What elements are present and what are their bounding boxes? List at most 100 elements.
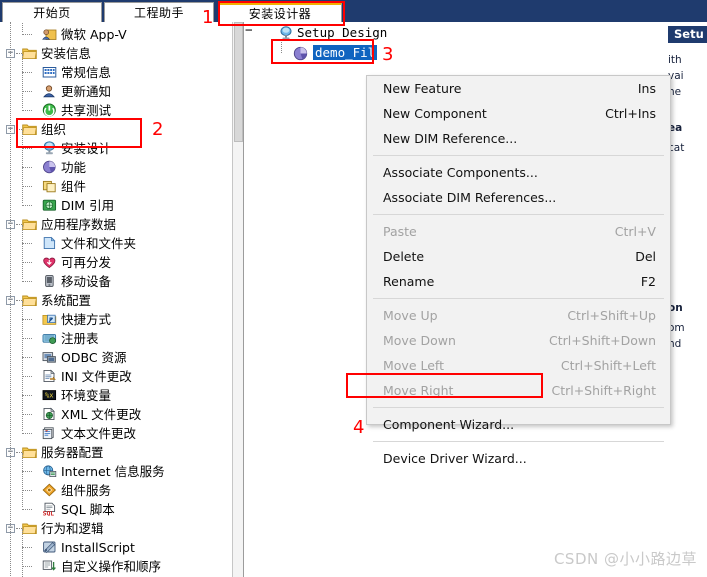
- folder-icon: [22, 521, 37, 535]
- sidebar-item-28[interactable]: 自定义操作和顺序: [0, 557, 232, 576]
- project-tree-panel[interactable]: 微软 App-V − 安装信息 常规信息更新通知共享测试 − 组织 安装设计功能组件 DIM …: [0, 22, 233, 577]
- tab-label: 开始页: [33, 6, 71, 20]
- sidebar-item-17[interactable]: ODBC 资源: [0, 348, 232, 367]
- menu-item-label: New Component: [383, 106, 487, 121]
- tree-line: [22, 148, 32, 149]
- sidebar-item-25[interactable]: SQL SQL 脚本: [0, 500, 232, 519]
- center-tree-root-label: Setup Design: [297, 25, 388, 40]
- feature-icon: [293, 46, 308, 61]
- tab-bar: 开始页 工程助手 安装设计器: [0, 0, 707, 22]
- sidebar-item-13[interactable]: 移动设备: [0, 272, 232, 291]
- menu-item-component-wizard[interactable]: Component Wizard...: [367, 412, 670, 437]
- sidebar-item-22[interactable]: − 服务器配置: [0, 443, 232, 462]
- sidebar-item-label: 自定义操作和顺序: [61, 559, 162, 574]
- tree-line: [22, 34, 32, 35]
- tab-project-assistant[interactable]: 工程助手: [104, 2, 214, 22]
- sidebar-item-26[interactable]: − 行为和逻辑: [0, 519, 232, 538]
- menu-item-associate-components[interactable]: Associate Components...: [367, 160, 670, 185]
- expander-minus-icon[interactable]: −: [6, 125, 15, 134]
- tree-line: [22, 72, 32, 73]
- sidebar-item-4[interactable]: 共享测试: [0, 101, 232, 120]
- menu-item-new-dim-reference[interactable]: New DIM Reference...: [367, 126, 670, 151]
- sidebar-item-label: XML 文件更改: [61, 407, 142, 422]
- menu-separator: [373, 441, 664, 442]
- sidebar-item-15[interactable]: 快捷方式: [0, 310, 232, 329]
- com-services-icon: [42, 483, 57, 497]
- menu-item-new-component[interactable]: New Component Ctrl+Ins: [367, 101, 670, 126]
- menu-item-rename[interactable]: Rename F2: [367, 269, 670, 294]
- sidebar-item-7[interactable]: 功能: [0, 158, 232, 177]
- sidebar-item-10[interactable]: − 应用程序数据: [0, 215, 232, 234]
- menu-item-move-down: Move Down Ctrl+Shift+Down: [367, 328, 670, 353]
- sidebar-item-21[interactable]: 文本文件更改: [0, 424, 232, 443]
- tree-line: [281, 39, 282, 53]
- center-tree-root-node[interactable]: − Setup Design: [245, 22, 659, 43]
- center-tree-selected-label: demo_Fil: [313, 45, 378, 60]
- iis-icon: [42, 464, 57, 478]
- tab-start-page[interactable]: 开始页: [2, 2, 102, 22]
- sidebar-item-16[interactable]: 注册表: [0, 329, 232, 348]
- tree-line: [22, 167, 32, 168]
- tree-guide-line: [21, 54, 23, 108]
- expander-minus-icon[interactable]: −: [6, 296, 15, 305]
- sidebar-item-8[interactable]: 组件: [0, 177, 232, 196]
- tree-guide-line: [21, 225, 23, 279]
- watermark: CSDN @小小路边草: [553, 550, 697, 568]
- setup-design-icon: [280, 26, 292, 40]
- sidebar-item-20[interactable]: XML 文件更改: [0, 405, 232, 424]
- sidebar-item-12[interactable]: 可再分发: [0, 253, 232, 272]
- menu-item-label: Delete: [383, 249, 425, 264]
- menu-separator: [373, 214, 664, 215]
- scrollbar-thumb[interactable]: [234, 22, 243, 142]
- sidebar-item-1[interactable]: − 安装信息: [0, 44, 232, 63]
- menu-item-label: Paste: [383, 224, 417, 239]
- feature-icon: [42, 160, 57, 174]
- project-tree-scrollbar[interactable]: [233, 22, 244, 577]
- menu-separator: [373, 155, 664, 156]
- sidebar-item-label: 注册表: [61, 331, 99, 346]
- svg-text:%x: %x: [45, 392, 53, 400]
- folder-icon: [22, 445, 37, 459]
- sidebar-item-14[interactable]: − 系统配置: [0, 291, 232, 310]
- sidebar-item-label: 功能: [61, 160, 87, 175]
- sidebar-item-label: 组件: [61, 179, 87, 194]
- menu-item-shortcut: Ctrl+Shift+Up: [567, 308, 656, 323]
- sidebar-item-24[interactable]: 组件服务: [0, 481, 232, 500]
- menu-item-label: Move Down: [383, 333, 456, 348]
- expander-minus-icon[interactable]: −: [6, 49, 15, 58]
- sidebar-item-6[interactable]: 安装设计: [0, 139, 232, 158]
- update-notify-icon: [42, 84, 57, 98]
- xml-file-icon: [42, 407, 57, 421]
- tab-label: 安装设计器: [248, 7, 312, 21]
- menu-item-device-driver-wizard[interactable]: Device Driver Wizard...: [367, 446, 670, 471]
- menu-item-associate-dim-references[interactable]: Associate DIM References...: [367, 185, 670, 210]
- sidebar-item-27[interactable]: InstallScript: [0, 538, 232, 557]
- menu-item-label: Device Driver Wizard...: [383, 451, 527, 466]
- sidebar-item-11[interactable]: 文件和文件夹: [0, 234, 232, 253]
- sidebar-item-5[interactable]: − 组织: [0, 120, 232, 139]
- menu-item-delete[interactable]: Delete Del: [367, 244, 670, 269]
- expander-minus-icon[interactable]: −: [6, 448, 15, 457]
- expander-minus-icon[interactable]: −: [6, 220, 15, 229]
- sidebar-item-3[interactable]: 更新通知: [0, 82, 232, 101]
- custom-action-icon: [42, 559, 57, 573]
- sidebar-item-23[interactable]: Internet 信息服务: [0, 462, 232, 481]
- expander-minus-icon[interactable]: −: [6, 524, 15, 533]
- context-menu[interactable]: New Feature Ins New Component Ctrl+Ins New D…: [366, 75, 671, 466]
- menu-item-move-right: Move Right Ctrl+Shift+Right: [367, 378, 670, 403]
- shortcut-icon: [42, 312, 57, 326]
- tree-line: [22, 433, 32, 434]
- application-window: 开始页 工程助手 安装设计器 微软 App-V − 安装信息 常规信息更新通知共享测试…: [0, 0, 707, 577]
- sidebar-item-label: SQL 脚本: [61, 502, 115, 517]
- sql-script-icon: SQL: [42, 502, 57, 516]
- center-tree-selected-node[interactable]: demo_Fil: [245, 39, 659, 65]
- sidebar-item-label: 更新通知: [61, 84, 112, 99]
- sidebar-item-2[interactable]: 常规信息: [0, 63, 232, 82]
- menu-item-new-feature[interactable]: New Feature Ins: [367, 76, 670, 101]
- tab-setup-designer[interactable]: 安装设计器: [218, 2, 342, 22]
- sidebar-item-18[interactable]: INI 文件更改: [0, 367, 232, 386]
- sidebar-item-9[interactable]: DIM 引用: [0, 196, 232, 215]
- sidebar-item-0[interactable]: 微软 App-V: [0, 25, 232, 44]
- sidebar-item-label: 微软 App-V: [61, 27, 127, 42]
- sidebar-item-19[interactable]: %x 环境变量: [0, 386, 232, 405]
